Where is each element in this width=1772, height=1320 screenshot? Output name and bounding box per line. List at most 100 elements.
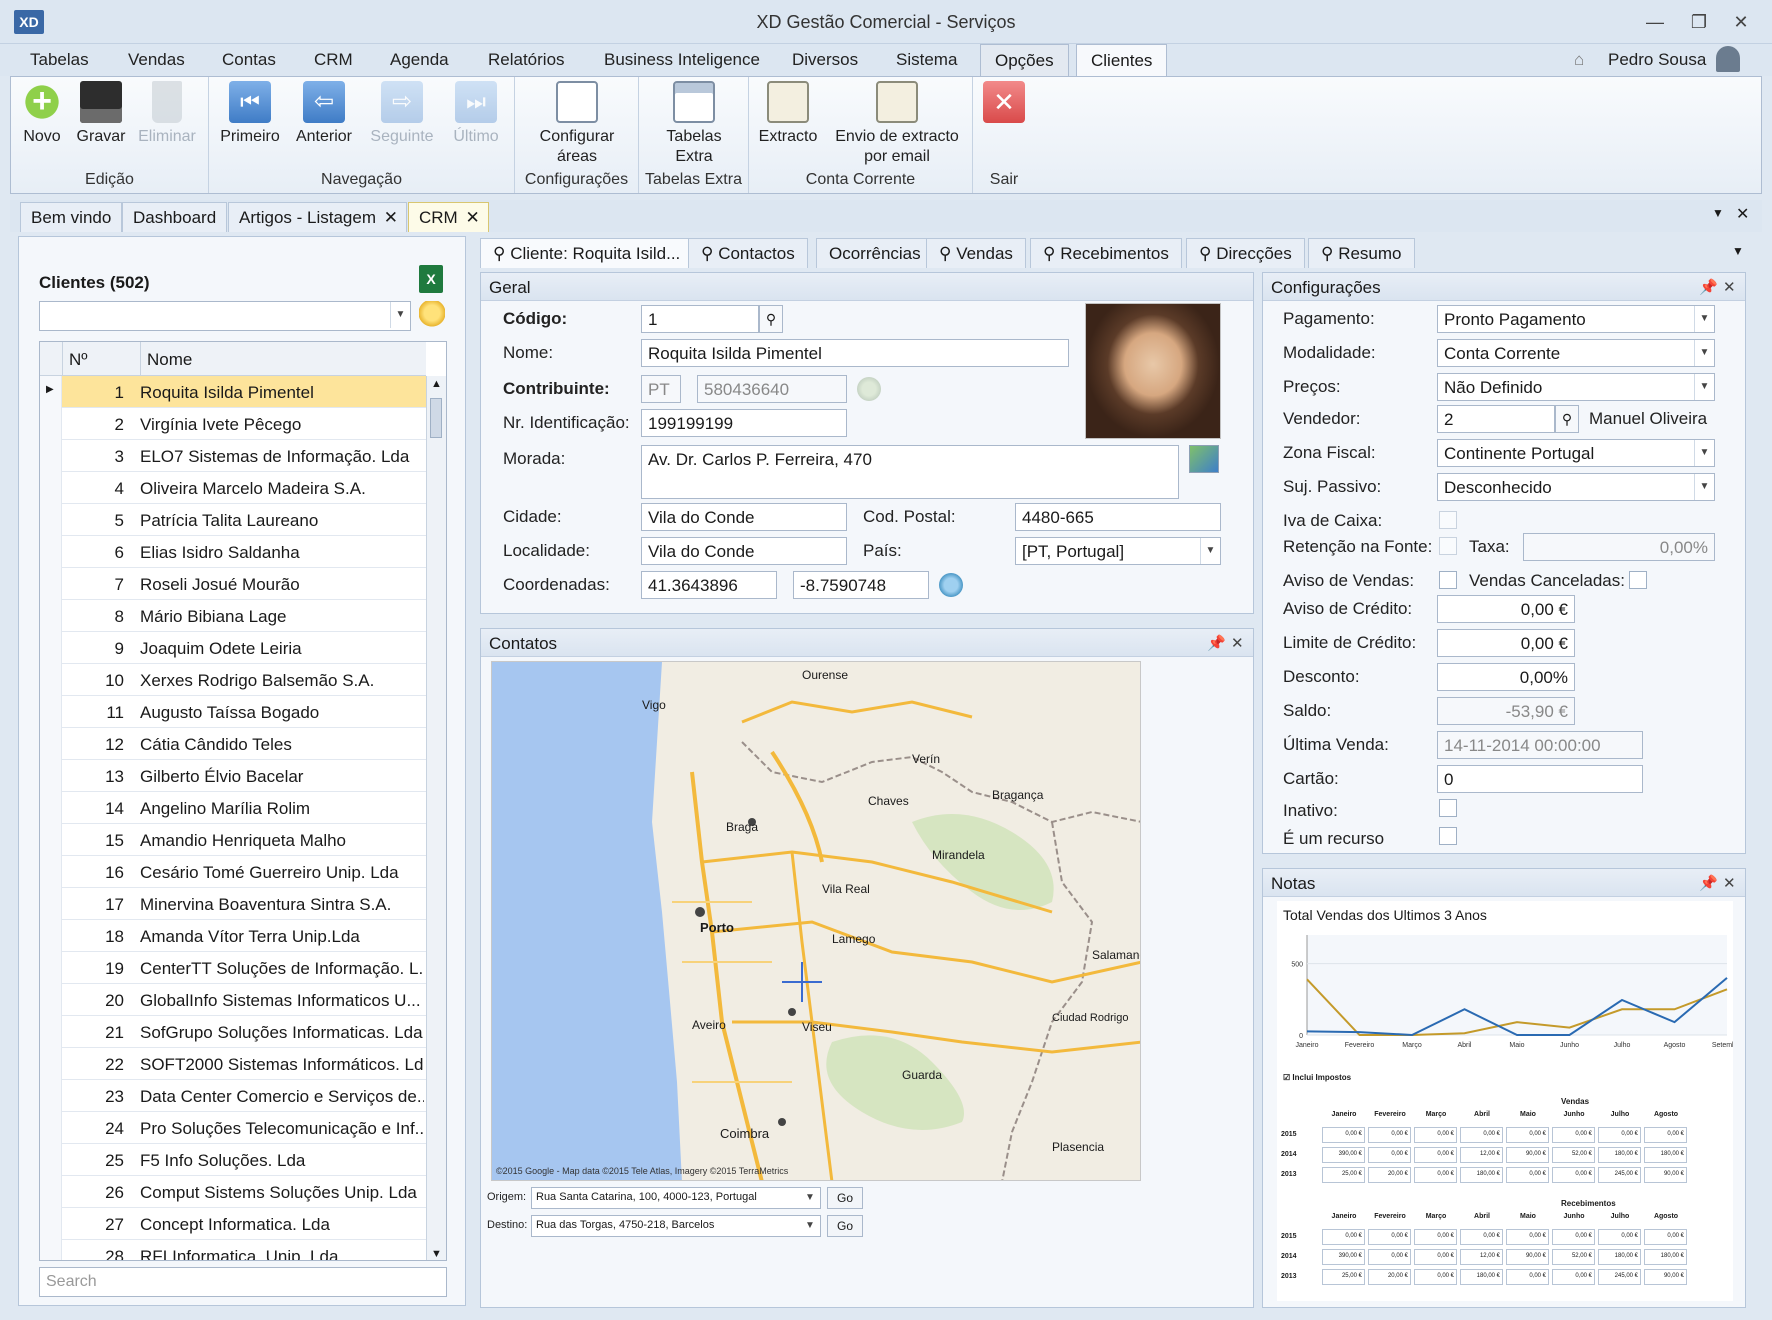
group-label-sair[interactable]: Sair (973, 171, 1035, 189)
scroll-thumb[interactable] (430, 398, 442, 438)
row-indicator[interactable] (40, 440, 62, 472)
tabelas-extra-button[interactable]: Tabelas Extra (643, 81, 745, 167)
tabs-menu-icon[interactable]: ▼ (1712, 206, 1724, 220)
seguinte-button[interactable]: ⇨ Seguinte (363, 81, 441, 147)
row-indicator[interactable] (40, 984, 62, 1016)
row-indicator[interactable] (40, 728, 62, 760)
close-icon[interactable]: ✕ (1231, 634, 1244, 652)
row-indicator[interactable] (40, 888, 62, 920)
modalidade-select[interactable]: Conta Corrente ▼ (1437, 339, 1715, 367)
row-indicator[interactable] (40, 696, 62, 728)
tab-artigos-listagem[interactable]: Artigos - Listagem ✕ (228, 202, 407, 232)
chevron-down-icon[interactable]: ▼ (800, 1188, 820, 1208)
close-icon[interactable]: ✕ (1723, 874, 1736, 892)
destino-field[interactable]: Rua das Torgas, 4750-218, Barcelos ▼ (531, 1215, 821, 1237)
inativo-checkbox[interactable] (1439, 799, 1457, 817)
chevron-down-icon[interactable]: ▼ (1694, 306, 1714, 332)
menu-agenda[interactable]: Agenda (390, 50, 449, 70)
close-icon[interactable]: ✕ (1723, 278, 1736, 296)
table-row[interactable]: 5 Patrícia Talita Laureano (40, 504, 426, 536)
cod-postal-field[interactable]: 4480-665 (1015, 503, 1221, 531)
origem-go-button[interactable]: Go (827, 1187, 863, 1209)
menu-business-inteligence[interactable]: Business Inteligence (604, 50, 760, 70)
zona-fiscal-select[interactable]: Continente Portugal ▼ (1437, 439, 1715, 467)
nome-field[interactable]: Roquita Isilda Pimentel (641, 339, 1069, 367)
envio-extracto-button[interactable]: Envio de extracto por email (827, 81, 967, 167)
menu-tabelas[interactable]: Tabelas (30, 50, 89, 70)
cidade-field[interactable]: Vila do Conde (641, 503, 847, 531)
table-row[interactable]: 22 SOFT2000 Sistemas Informáticos. Lda (40, 1048, 426, 1080)
origem-field[interactable]: Rua Santa Catarina, 100, 4000-123, Portu… (531, 1187, 821, 1209)
row-indicator[interactable] (40, 408, 62, 440)
aviso-vendas-checkbox[interactable] (1439, 571, 1457, 589)
col-header-num[interactable]: Nº (62, 342, 140, 376)
chevron-down-icon[interactable]: ▼ (390, 302, 410, 328)
lightbulb-icon[interactable] (419, 301, 445, 331)
table-row[interactable]: 25 F5 Info Soluções. Lda (40, 1144, 426, 1176)
table-row[interactable]: 17 Minervina Boaventura Sintra S.A. (40, 888, 426, 920)
table-row[interactable]: 2 Virgínia Ivete Pêcego (40, 408, 426, 440)
row-indicator[interactable] (40, 536, 62, 568)
user-avatar[interactable] (1716, 46, 1740, 72)
table-row[interactable]: 15 Amandio Henriqueta Malho (40, 824, 426, 856)
table-row[interactable]: 9 Joaquim Odete Leiria (40, 632, 426, 664)
table-row[interactable]: 23 Data Center Comercio e Serviços de... (40, 1080, 426, 1112)
row-indicator[interactable]: ▶ (40, 376, 62, 408)
row-indicator[interactable] (40, 920, 62, 952)
menu-crm[interactable]: CRM (314, 50, 353, 70)
vendas-canceladas-checkbox[interactable] (1629, 571, 1647, 589)
table-row[interactable]: 6 Elias Isidro Saldanha (40, 536, 426, 568)
menu-sistema[interactable]: Sistema (896, 50, 957, 70)
table-row[interactable]: 27 Concept Informatica. Lda (40, 1208, 426, 1240)
tab-crm[interactable]: CRM ✕ (408, 202, 489, 232)
taxa-field[interactable]: 0,00% (1523, 533, 1715, 561)
table-row[interactable]: 26 Comput Sistems Soluções Unip. Lda (40, 1176, 426, 1208)
sair-button[interactable]: ✕ (983, 81, 1025, 127)
longitude-field[interactable]: -8.7590748 (793, 571, 929, 599)
table-row[interactable]: ▶ 1 Roquita Isilda Pimentel (40, 376, 426, 408)
contribuinte-pais-field[interactable]: PT (641, 375, 681, 403)
retencao-checkbox[interactable] (1439, 537, 1457, 555)
globe-icon[interactable] (939, 573, 963, 597)
tab-contactos[interactable]: ⚲ Contactos (688, 238, 808, 268)
row-indicator[interactable] (40, 952, 62, 984)
row-indicator[interactable] (40, 1112, 62, 1144)
vendedor-field[interactable]: 2 (1437, 405, 1555, 433)
map-icon[interactable] (1189, 445, 1219, 473)
clients-filter-combo[interactable]: ▼ (39, 301, 411, 331)
close-icon[interactable]: ✕ (384, 208, 398, 228)
row-indicator[interactable] (40, 1016, 62, 1048)
excel-export-icon[interactable]: X (419, 265, 443, 293)
anterior-button[interactable]: ⇦ Anterior (289, 81, 359, 147)
morada-field[interactable]: Av. Dr. Carlos P. Ferreira, 470 (641, 445, 1179, 499)
row-indicator[interactable] (40, 1048, 62, 1080)
nr-identificacao-field[interactable]: 199199199 (641, 409, 847, 437)
home-icon[interactable]: ⌂ (1574, 50, 1584, 70)
row-indicator[interactable] (40, 792, 62, 824)
gravar-button[interactable]: Gravar (73, 81, 129, 147)
row-indicator[interactable] (40, 760, 62, 792)
restore-button[interactable]: ❐ (1684, 10, 1714, 34)
table-row[interactable]: 3 ELO7 Sistemas de Informação. Lda (40, 440, 426, 472)
table-row[interactable]: 19 CenterTT Soluções de Informação. L... (40, 952, 426, 984)
pagamento-select[interactable]: Pronto Pagamento ▼ (1437, 305, 1715, 333)
row-indicator[interactable] (40, 824, 62, 856)
destino-go-button[interactable]: Go (827, 1215, 863, 1237)
row-indicator[interactable] (40, 1176, 62, 1208)
tab-vendas[interactable]: ⚲ Vendas (926, 238, 1026, 268)
validate-icon[interactable] (857, 377, 881, 401)
row-indicator[interactable] (40, 472, 62, 504)
scroll-up-icon[interactable]: ▲ (431, 378, 442, 390)
row-indicator[interactable] (40, 600, 62, 632)
row-indicator[interactable] (40, 1208, 62, 1240)
menu-vendas[interactable]: Vendas (128, 50, 185, 70)
table-row[interactable]: 11 Augusto Taíssa Bogado (40, 696, 426, 728)
table-row[interactable]: 21 SofGrupo Soluções Informaticas. Lda (40, 1016, 426, 1048)
row-indicator[interactable] (40, 568, 62, 600)
tab-direccoes[interactable]: ⚲ Direcções (1186, 238, 1305, 268)
aviso-credito-field[interactable]: 0,00 € (1437, 595, 1575, 623)
table-row[interactable]: 4 Oliveira Marcelo Madeira S.A. (40, 472, 426, 504)
menu-relatorios[interactable]: Relatórios (488, 50, 565, 70)
precos-select[interactable]: Não Definido ▼ (1437, 373, 1715, 401)
table-row[interactable]: 28 RFI Informatica. Unip. Lda (40, 1240, 426, 1260)
